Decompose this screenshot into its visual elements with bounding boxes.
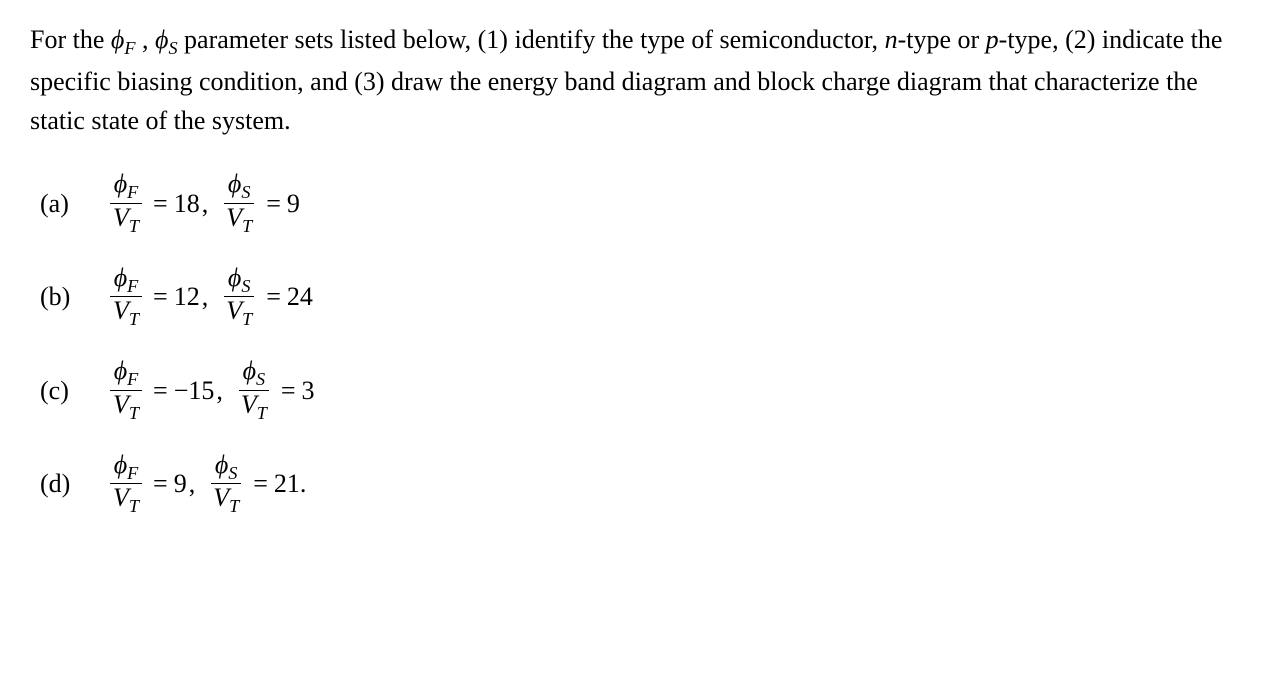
comma: , (202, 277, 209, 316)
equals-sign: = (266, 184, 281, 223)
intro-text-1: For the (30, 25, 111, 54)
equation-part-2: ϕSVT =9 (218, 170, 300, 235)
equation-part-2: ϕSVT =3 (233, 357, 315, 422)
denominator: VT (109, 204, 143, 236)
denominator: VT (109, 297, 143, 329)
equals-sign: = (153, 184, 168, 223)
comma: , (202, 184, 209, 223)
list-item: (a)ϕFVT=18,ϕSVT=9 (30, 170, 1234, 235)
equation-part-1: ϕFVT =18, (105, 170, 218, 235)
numerator: ϕF (110, 357, 143, 390)
phi-f-subscript: F (124, 38, 135, 58)
intro-text-3: -type or (898, 25, 986, 54)
equation-part-1: ϕFVT =9, (105, 451, 205, 516)
p-type-p: p (986, 25, 999, 54)
intro-text-2: parameter sets listed below, (1) identif… (178, 25, 885, 54)
numerator: ϕS (211, 451, 242, 484)
equals-sign: = (281, 371, 296, 410)
equation-part-1: ϕFVT =−15, (105, 357, 233, 422)
item-label: (b) (40, 277, 80, 316)
value-1: −15 (174, 371, 215, 410)
value-2: 9 (287, 184, 300, 223)
phi-f-symbol: ϕ (111, 25, 124, 54)
problem-intro: For the ϕF , ϕS parameter sets listed be… (30, 20, 1234, 140)
value-1: 9 (174, 464, 187, 503)
equals-sign: = (153, 277, 168, 316)
equals-sign: = (253, 464, 268, 503)
items-list: (a)ϕFVT=18,ϕSVT=9(b)ϕFVT=12,ϕSVT=24(c)ϕF… (30, 170, 1234, 516)
denominator: VT (237, 391, 271, 423)
list-item: (d)ϕFVT=9,ϕSVT=21 . (30, 451, 1234, 516)
phi-s-subscript: S (168, 38, 177, 58)
fraction: ϕFVT (109, 451, 143, 516)
value-2: 21 (274, 464, 300, 503)
value-2: 24 (287, 277, 313, 316)
numerator: ϕS (239, 357, 270, 390)
equals-sign: = (153, 464, 168, 503)
numerator: ϕS (224, 264, 255, 297)
value-1: 12 (174, 277, 200, 316)
denominator: VT (109, 391, 143, 423)
fraction: ϕSVT (209, 451, 243, 516)
fraction: ϕFVT (109, 170, 143, 235)
equation-part-1: ϕFVT =12, (105, 264, 218, 329)
equation-part-2: ϕSVT =21 . (205, 451, 306, 516)
fraction: ϕFVT (109, 264, 143, 329)
numerator: ϕF (110, 170, 143, 203)
phi-s-symbol: ϕ (155, 25, 168, 54)
numerator: ϕF (110, 264, 143, 297)
item-label: (a) (40, 184, 80, 223)
fraction: ϕSVT (222, 170, 256, 235)
value-2: 3 (302, 371, 315, 410)
list-item: (b)ϕFVT=12,ϕSVT=24 (30, 264, 1234, 329)
denominator: VT (222, 204, 256, 236)
comma: , (189, 464, 196, 503)
equation-part-2: ϕSVT =24 (218, 264, 313, 329)
comma: , (216, 371, 223, 410)
numerator: ϕF (110, 451, 143, 484)
item-label: (d) (40, 464, 80, 503)
item-label: (c) (40, 371, 80, 410)
fraction: ϕFVT (109, 357, 143, 422)
denominator: VT (222, 297, 256, 329)
separator: , (135, 25, 155, 54)
fraction: ϕSVT (237, 357, 271, 422)
tail-text: . (300, 464, 307, 503)
value-1: 18 (174, 184, 200, 223)
denominator: VT (109, 484, 143, 516)
equals-sign: = (266, 277, 281, 316)
fraction: ϕSVT (222, 264, 256, 329)
equals-sign: = (153, 371, 168, 410)
numerator: ϕS (224, 170, 255, 203)
denominator: VT (209, 484, 243, 516)
list-item: (c)ϕFVT=−15,ϕSVT=3 (30, 357, 1234, 422)
n-type-n: n (885, 25, 898, 54)
